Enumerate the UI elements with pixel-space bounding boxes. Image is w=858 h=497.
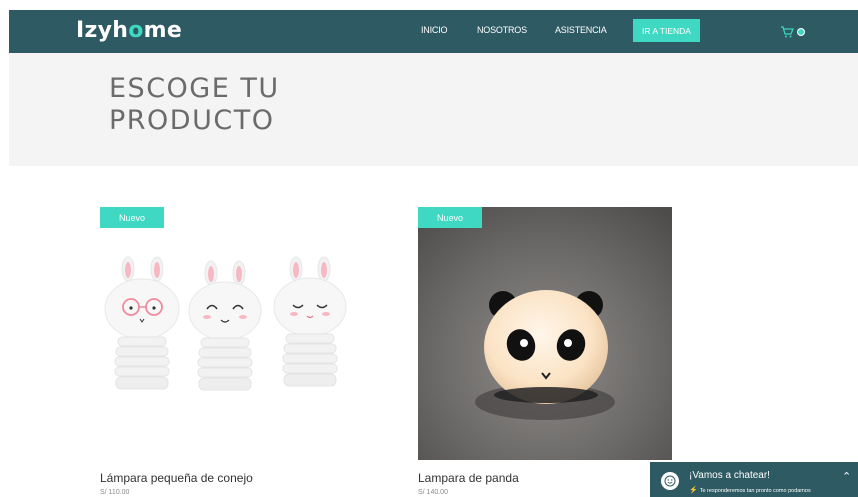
product-price: S/ 140.00 [418, 489, 448, 496]
page-title: ESCOGE TU PRODUCTO [109, 73, 369, 137]
product-image-panda-lamp[interactable] [418, 207, 672, 460]
chevron-up-icon[interactable]: ⌃ [842, 470, 851, 483]
chat-subtitle: ⚡ Te responderemos tan pronto como podamo… [689, 487, 811, 494]
chat-widget[interactable]: ¡Vamos a chatear! ⚡ Te responderemos tan … [650, 462, 858, 497]
brand-logo[interactable]: Izyhome [76, 18, 182, 43]
nav-item-asistencia[interactable]: ASISTENCIA [555, 25, 607, 35]
cart-icon [781, 26, 794, 38]
chat-title: ¡Vamos a chatear! [689, 470, 770, 481]
top-navbar: Izyhome INICIO NOSOTROS ASISTENCIA IR A … [9, 10, 858, 53]
logo-house-o: o [128, 18, 144, 43]
page-title-line-1: ESCOGE TU [109, 73, 280, 104]
product-name[interactable]: Lámpara pequeña de conejo [100, 471, 253, 485]
lightning-icon: ⚡ [689, 487, 698, 494]
bunny-lamps-illustration [100, 207, 354, 460]
page-title-line-2: PRODUCTO [109, 105, 275, 136]
product-name[interactable]: Lampara de panda [418, 471, 519, 485]
nav-item-inicio[interactable]: INICIO [421, 25, 448, 35]
nav-item-nosotros[interactable]: NOSOTROS [477, 25, 527, 35]
product-image-bunny-lamp[interactable] [100, 207, 354, 460]
chat-avatar [661, 472, 679, 490]
panda-lamp-photo [418, 207, 672, 460]
cart-button[interactable] [780, 24, 810, 40]
smiley-icon [664, 475, 676, 487]
page-hero: ESCOGE TU PRODUCTO [9, 53, 858, 166]
new-badge: Nuevo [418, 207, 482, 228]
go-to-store-button[interactable]: IR A TIENDA [633, 19, 700, 42]
new-badge: Nuevo [100, 207, 164, 228]
cart-count-badge [797, 28, 805, 36]
product-price: S/ 110.00 [100, 489, 130, 496]
